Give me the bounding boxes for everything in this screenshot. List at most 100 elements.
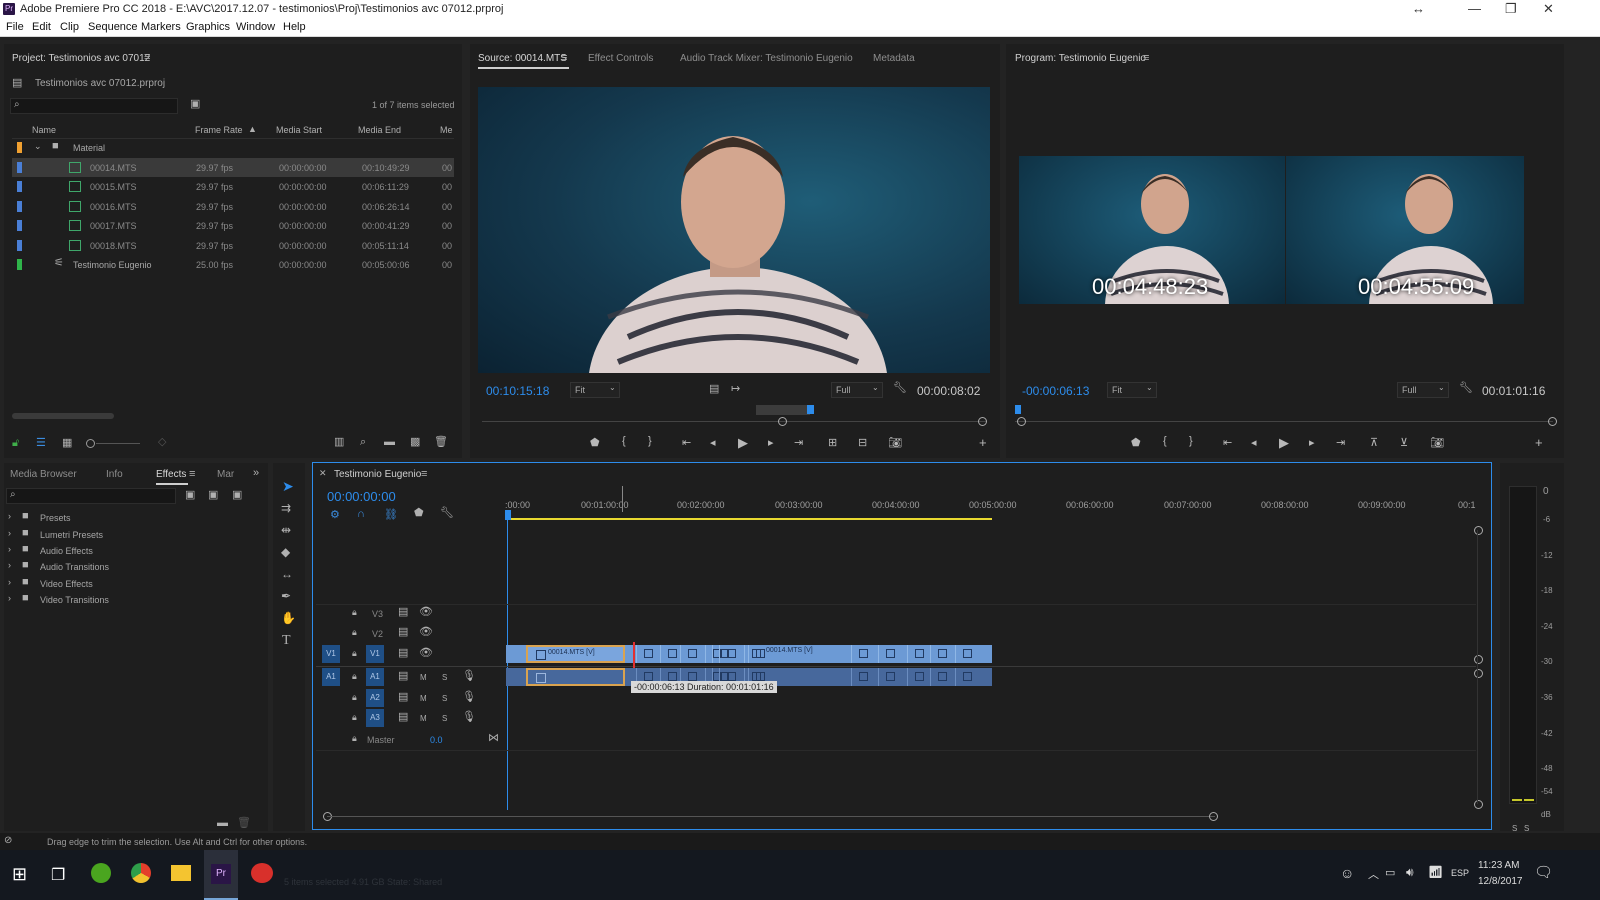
vertical-zoom-handle[interactable] [1474, 800, 1483, 809]
snap-icon[interactable]: ∩ [357, 508, 365, 520]
toggle-sync-lock-icon[interactable]: ▤ [398, 648, 408, 659]
hand-tool-icon[interactable]: ✋ [281, 612, 296, 624]
close-window-icon[interactable]: ✕ [1543, 1, 1554, 17]
input-language[interactable]: ESP [1451, 868, 1469, 878]
vertical-zoom-handle[interactable] [1474, 526, 1483, 535]
clip-edit-point[interactable] [851, 645, 852, 663]
tab-media-browser[interactable]: Media Browser [10, 469, 77, 480]
zoom-slider[interactable] [86, 438, 140, 448]
program-time-ruler[interactable] [1015, 405, 1559, 427]
source-time-ruler[interactable] [482, 405, 987, 427]
program-playhead[interactable] [1015, 405, 1021, 414]
clip-edit-point[interactable] [748, 645, 749, 663]
new-custom-bin-icon[interactable]: ▬ [217, 818, 228, 829]
in-out-range[interactable] [756, 405, 810, 415]
horizontal-scrollbar[interactable] [327, 816, 1215, 817]
resize-arrows-icon[interactable]: ↔ [1412, 1, 1425, 16]
timeline-timecode[interactable]: 00:00:00:00 [327, 489, 396, 504]
media-encoder-icon[interactable] [251, 863, 273, 883]
insert-sequences-as-nests-icon[interactable]: ⚙ [330, 508, 340, 521]
selection-tool-icon[interactable]: ➤ [282, 478, 294, 495]
zoom-handle[interactable] [978, 417, 987, 426]
task-view-icon[interactable]: ❐ [51, 865, 65, 885]
close-tab-icon[interactable]: ✕ [319, 469, 327, 478]
go-to-in-icon[interactable]: ⇤ [1223, 436, 1232, 449]
solo-left-button[interactable]: S [1512, 824, 1517, 833]
project-row[interactable]: 00017.MTS 29.97 fps 00:00:00:00 00:00:41… [12, 216, 454, 235]
panel-menu-icon[interactable]: ≡ [189, 469, 195, 480]
solo-button[interactable]: S [442, 673, 447, 682]
button-editor-plus-icon[interactable]: + [979, 435, 987, 450]
find-icon[interactable]: ⌕ [360, 437, 366, 448]
clip-edit-point[interactable] [907, 668, 908, 686]
action-center-icon[interactable]: 🗨︎ [1534, 863, 1553, 881]
yuv-effects-icon[interactable]: ▣ [232, 490, 242, 501]
step-back-icon[interactable]: ◂ [710, 436, 716, 449]
eye-icon[interactable]: 👁︎ [419, 607, 433, 618]
eye-icon[interactable]: 👁︎ [419, 648, 433, 659]
people-icon[interactable]: ☺ [1340, 865, 1354, 881]
expand-chevron-icon[interactable]: ⌄ [34, 142, 42, 151]
panel-menu-icon[interactable]: ≡ [561, 53, 567, 64]
clip-edit-point[interactable] [636, 645, 637, 663]
clock-date[interactable]: 12/8/2017 [1478, 876, 1523, 887]
battery-icon[interactable]: ▭ [1385, 866, 1395, 879]
minimize-icon[interactable]: — [1468, 1, 1481, 16]
list-view-icon[interactable]: ☰ [36, 438, 46, 449]
zoom-handle[interactable] [778, 417, 787, 426]
horizontal-zoom-handle[interactable] [1209, 812, 1218, 821]
col-media-end[interactable]: Media End [358, 125, 401, 135]
tab-metadata[interactable]: Metadata [873, 53, 915, 64]
menu-window[interactable]: Window [236, 21, 275, 33]
menu-graphics[interactable]: Graphics [186, 21, 230, 33]
col-frame-rate[interactable]: Frame Rate [195, 125, 243, 135]
step-forward-icon[interactable]: ▸ [1309, 436, 1315, 449]
clip-edit-point[interactable] [680, 645, 681, 663]
sequence-tab-title[interactable]: Testimonio Eugenio [334, 469, 421, 480]
eye-icon[interactable]: 👁︎ [419, 627, 433, 638]
clip-edit-point[interactable] [930, 668, 931, 686]
lock-icon[interactable]: 🔒︎ [352, 608, 357, 617]
mark-out-icon[interactable]: } [1189, 435, 1193, 447]
vertical-scrollbar[interactable] [1477, 530, 1478, 804]
panel-menu-icon[interactable]: ≡ [1143, 53, 1149, 64]
go-to-next-edit-icon[interactable]: ⋈ [488, 733, 499, 744]
export-frame-icon[interactable]: 📷︎ [1430, 436, 1444, 449]
lock-icon[interactable]: 🔒︎ [352, 649, 357, 658]
clip-edit-point[interactable] [719, 645, 720, 663]
program-quality-select[interactable]: Full ⌄ [1397, 382, 1449, 398]
menu-edit[interactable]: Edit [32, 21, 51, 33]
slider-knob[interactable] [86, 439, 95, 448]
panel-menu-icon[interactable]: ≡ [144, 52, 150, 63]
clip-edit-point[interactable] [878, 645, 879, 663]
track-target-v1[interactable]: V1 [366, 645, 384, 663]
source-quality-select[interactable]: Full ⌄ [831, 382, 883, 398]
button-editor-plus-icon[interactable]: + [1535, 435, 1543, 450]
new-bin-from-search-icon[interactable]: ▣ [190, 99, 200, 110]
source-video-frame[interactable] [478, 87, 990, 507]
delete-custom-item-icon[interactable]: 🗑︎ [237, 818, 251, 829]
go-to-out-icon[interactable]: ⇥ [1336, 436, 1345, 449]
clock-time[interactable]: 11:23 AM [1478, 860, 1520, 871]
source-playhead[interactable] [806, 405, 814, 414]
toggle-sync-lock-icon[interactable]: ▤ [398, 692, 408, 703]
clip-edit-point[interactable] [851, 668, 852, 686]
insert-icon[interactable]: ⊞ [828, 436, 837, 449]
chevron-right-icon[interactable]: › [8, 512, 11, 521]
new-bin-icon[interactable]: ▬ [384, 437, 395, 448]
file-explorer-icon[interactable] [171, 865, 191, 881]
panel-menu-icon[interactable]: ≡ [421, 469, 427, 480]
export-frame-icon[interactable]: 📷︎ [888, 436, 902, 449]
solo-button[interactable]: S [442, 714, 447, 723]
track-select-tool-icon[interactable]: ⇉ [281, 502, 291, 514]
track-target-a1[interactable]: A1 [366, 668, 384, 686]
trim-frame-right[interactable]: 00:04:55:09 [1286, 156, 1524, 366]
microphone-icon[interactable]: 🎙︎ [462, 671, 476, 682]
chevron-right-icon[interactable]: › [8, 578, 11, 587]
chevron-right-icon[interactable]: › [8, 594, 11, 603]
tab-effect-controls[interactable]: Effect Controls [588, 53, 653, 64]
speaker-icon[interactable]: 🔊︎ [1406, 865, 1414, 880]
sort-icons-icon[interactable]: ◇ [158, 437, 166, 448]
menu-sequence[interactable]: Sequence [88, 21, 138, 33]
32bit-effects-icon[interactable]: ▣ [208, 490, 218, 501]
